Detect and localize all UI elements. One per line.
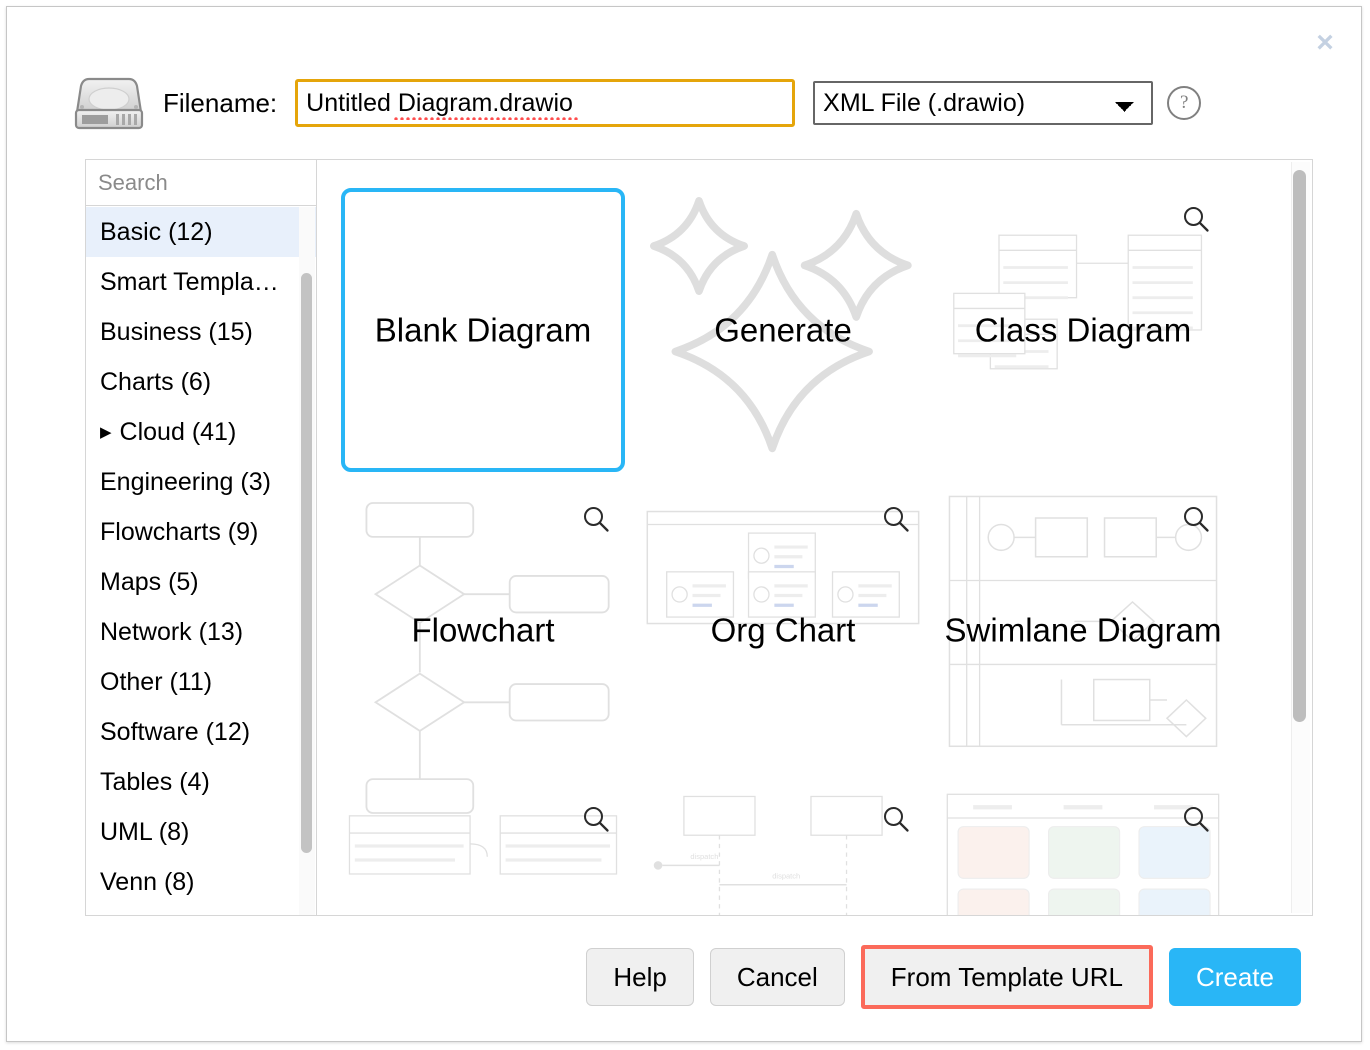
preview-zoom-icon[interactable] — [1181, 504, 1211, 534]
dialog-header: Filename: XML File (.drawio) ? — [7, 63, 1361, 143]
sidebar-item-label: UML (8) — [100, 818, 189, 846]
sidebar-item-label: Maps (5) — [100, 568, 199, 596]
create-button[interactable]: Create — [1169, 948, 1301, 1006]
sidebar-item-label: Basic (12) — [100, 218, 213, 246]
sidebar-item-uml-8[interactable]: UML (8) — [86, 807, 316, 857]
template-tile-flowchart[interactable]: Flowchart — [333, 480, 633, 780]
template-tile-swimlane-diagram[interactable]: Swimlane Diagram — [933, 480, 1233, 780]
sidebar-item-label: Venn (8) — [100, 868, 195, 896]
sidebar-item-label: Cloud (41) — [120, 418, 237, 446]
template-tile-frame — [341, 188, 625, 472]
sidebar-scrollbar-track[interactable] — [299, 207, 315, 915]
help-button[interactable]: Help — [586, 948, 693, 1006]
template-grid-area: Blank DiagramGenerateClass Diagram Flowch… — [317, 160, 1312, 915]
grid-scrollbar-thumb[interactable] — [1293, 170, 1306, 722]
from-template-url-highlight: From Template URL — [861, 945, 1153, 1009]
sidebar-item-label: Flowcharts (9) — [100, 518, 258, 546]
template-tile-frame — [641, 188, 925, 472]
template-tile-simple[interactable]: Simple — [933, 780, 1233, 915]
search-row — [86, 160, 316, 206]
filename-label: Filename: — [163, 88, 277, 119]
category-list: Basic (12) Smart Templa… Business (15) Char… — [86, 207, 316, 915]
sidebar-item-label: Business (15) — [100, 318, 253, 346]
preview-zoom-icon[interactable] — [1181, 804, 1211, 834]
expand-triangle-icon[interactable]: ▶ — [100, 408, 112, 458]
sidebar-item-venn-8[interactable]: Venn (8) — [86, 857, 316, 907]
sidebar-item-cloud-41[interactable]: ▶ Cloud (41) — [86, 407, 316, 457]
sidebar-item-tables-4[interactable]: Tables (4) — [86, 757, 316, 807]
close-icon[interactable]: × — [1305, 23, 1345, 63]
template-tile-blank-diagram[interactable]: Blank Diagram — [333, 180, 633, 480]
preview-zoom-icon[interactable] — [1181, 204, 1211, 234]
preview-zoom-icon[interactable] — [881, 504, 911, 534]
hard-disk-icon — [67, 72, 151, 134]
template-tile-generate[interactable]: Generate — [633, 180, 933, 480]
sidebar-item-business-15[interactable]: Business (15) — [86, 307, 316, 357]
template-tile-entity[interactable]: Entity — [333, 780, 633, 915]
sidebar-item-network-13[interactable]: Network (13) — [86, 607, 316, 657]
template-grid: Blank DiagramGenerateClass Diagram Flowch… — [317, 160, 1277, 915]
template-tile-org-chart[interactable]: Org Chart — [633, 480, 933, 780]
sidebar-item-software-12[interactable]: Software (12) — [86, 707, 316, 757]
file-type-select[interactable]: XML File (.drawio) — [813, 81, 1153, 125]
preview-zoom-icon[interactable] — [581, 804, 611, 834]
template-tile-sequence[interactable]: dispatchdispatchSequence — [633, 780, 933, 915]
grid-scrollbar-track[interactable] — [1291, 162, 1310, 913]
sidebar-item-label: Smart Templa… — [100, 268, 279, 296]
category-sidebar: Basic (12) Smart Templa… Business (15) Char… — [86, 160, 317, 915]
sidebar-item-other-11[interactable]: Other (11) — [86, 657, 316, 707]
sidebar-item-charts-6[interactable]: Charts (6) — [86, 357, 316, 407]
sidebar-item-flowcharts-9[interactable]: Flowcharts (9) — [86, 507, 316, 557]
sidebar-item-label: Tables (4) — [100, 768, 210, 796]
preview-zoom-icon[interactable] — [581, 504, 611, 534]
sidebar-item-label: Network (13) — [100, 618, 243, 646]
sidebar-item-label: Charts (6) — [100, 368, 211, 396]
sidebar-item-label: Engineering (3) — [100, 468, 271, 496]
from-template-url-button[interactable]: From Template URL — [865, 949, 1149, 1005]
new-diagram-dialog: × Filename: — [6, 6, 1362, 1042]
sidebar-scrollbar-thumb[interactable] — [301, 273, 312, 853]
filename-field-wrapper — [277, 79, 795, 127]
sidebar-item-smart-templa[interactable]: Smart Templa… — [86, 257, 316, 307]
filename-input[interactable] — [295, 79, 795, 127]
template-browser-panel: Basic (12) Smart Templa… Business (15) Char… — [85, 159, 1313, 916]
sidebar-item-maps-5[interactable]: Maps (5) — [86, 557, 316, 607]
template-tile-class-diagram[interactable]: Class Diagram — [933, 180, 1233, 480]
cancel-button[interactable]: Cancel — [710, 948, 845, 1006]
sidebar-item-label: Software (12) — [100, 718, 250, 746]
sidebar-item-basic-12[interactable]: Basic (12) — [86, 207, 316, 257]
sidebar-item-engineering-3[interactable]: Engineering (3) — [86, 457, 316, 507]
preview-zoom-icon[interactable] — [881, 804, 911, 834]
sidebar-item-label: Other (11) — [100, 668, 212, 696]
help-icon[interactable]: ? — [1167, 86, 1201, 120]
dialog-footer: Help Cancel From Template URL Create — [7, 932, 1361, 1022]
